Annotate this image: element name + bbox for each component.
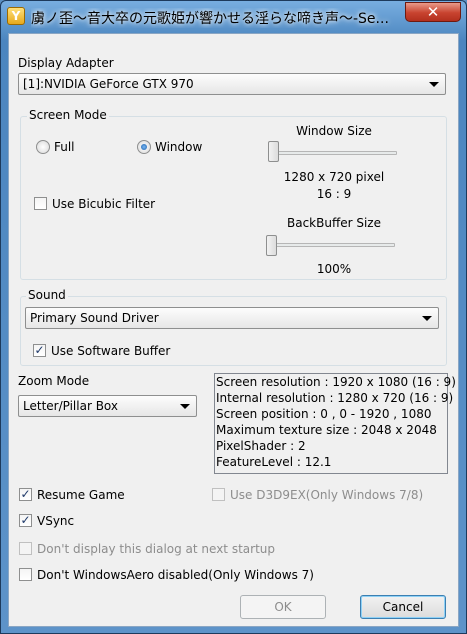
cancel-button[interactable]: Cancel — [360, 595, 446, 619]
dialog-body: Display Adapter [1]:NVIDIA GeForce GTX 9… — [8, 33, 459, 627]
backbuffer-track[interactable] — [269, 243, 395, 247]
info-line: FeatureLevel : 12.1 — [216, 455, 332, 469]
resume-game-checkbox[interactable]: ✓ — [19, 488, 32, 501]
ok-button[interactable]: OK — [240, 595, 326, 619]
zoom-mode-label: Zoom Mode — [18, 374, 90, 388]
aero-label[interactable]: Don't WindowsAero disabled(Only Windows … — [37, 568, 314, 582]
full-radio-label[interactable]: Full — [54, 140, 75, 154]
close-button[interactable]: ✕ — [405, 2, 461, 22]
backbuffer-slider-thumb[interactable] — [266, 235, 277, 256]
window-size-slider-thumb[interactable] — [268, 141, 279, 162]
aero-checkbox[interactable] — [19, 568, 32, 581]
zoom-mode-select[interactable]: Letter/Pillar Box — [18, 395, 197, 417]
info-line: Internal resolution : 1280 x 720 (16 : 9… — [216, 391, 454, 405]
dont-display-label[interactable]: Don't display this dialog at next startu… — [37, 542, 275, 556]
close-icon: ✕ — [426, 3, 440, 21]
window-radio-label[interactable]: Window — [155, 140, 202, 154]
system-info-box: Screen resolution : 1920 x 1080 (16 : 9)… — [214, 373, 456, 474]
display-adapter-select[interactable]: [1]:NVIDIA GeForce GTX 970 — [18, 73, 446, 95]
window-size-label: Window Size — [296, 124, 372, 138]
backbuffer-size-label: BackBuffer Size — [286, 216, 381, 230]
info-line: PixelShader : 2 — [216, 439, 306, 453]
bicubic-checkbox[interactable] — [34, 197, 47, 210]
checkmark-icon: ✓ — [34, 343, 45, 357]
vsync-label[interactable]: VSync — [37, 514, 74, 528]
dont-display-checkbox[interactable] — [19, 542, 32, 555]
dialog-window: Y 虜ノ歪〜音大卒の元歌姫が響かせる淫らな啼き声〜-Se... ✕ Displa… — [0, 0, 467, 634]
full-radio[interactable] — [36, 140, 50, 154]
zoom-mode-value: Letter/Pillar Box — [23, 399, 119, 413]
resume-game-label[interactable]: Resume Game — [37, 488, 125, 502]
chevron-down-icon — [180, 404, 190, 409]
software-buffer-label[interactable]: Use Software Buffer — [51, 344, 170, 358]
chevron-down-icon — [422, 316, 432, 321]
d3d9ex-checkbox[interactable] — [212, 488, 225, 501]
info-line: Maximum texture size : 2048 x 2048 — [216, 423, 437, 437]
title-bar[interactable]: Y 虜ノ歪〜音大卒の元歌姫が響かせる淫らな啼き声〜-Se... ✕ — [1, 1, 466, 33]
sound-driver-select[interactable]: Primary Sound Driver — [25, 307, 439, 329]
backbuffer-value: 100% — [316, 262, 352, 276]
d3d9ex-label[interactable]: Use D3D9EX(Only Windows 7/8) — [230, 488, 423, 502]
window-title: 虜ノ歪〜音大卒の元歌姫が響かせる淫らな啼き声〜-Se... — [31, 11, 389, 27]
window-size-track[interactable] — [269, 151, 397, 155]
vsync-checkbox[interactable]: ✓ — [19, 514, 32, 527]
sound-label: Sound — [26, 288, 68, 302]
app-icon: Y — [7, 7, 25, 25]
chevron-down-icon — [429, 82, 439, 87]
info-line: Screen resolution : 1920 x 1080 (16 : 9) — [216, 375, 456, 389]
window-size-value: 1280 x 720 pixel — [283, 170, 385, 184]
info-line: Screen position : 0 , 0 - 1920 , 1080 — [216, 407, 432, 421]
screen-mode-label: Screen Mode — [27, 108, 109, 122]
display-adapter-label: Display Adapter — [18, 56, 114, 70]
window-radio[interactable] — [137, 140, 151, 154]
sound-driver-value: Primary Sound Driver — [30, 311, 159, 325]
checkmark-icon: ✓ — [20, 487, 31, 501]
bicubic-label[interactable]: Use Bicubic Filter — [52, 197, 155, 211]
window-aspect-value: 16 : 9 — [316, 187, 352, 201]
checkmark-icon: ✓ — [20, 513, 31, 527]
software-buffer-checkbox[interactable]: ✓ — [33, 344, 46, 357]
display-adapter-value: [1]:NVIDIA GeForce GTX 970 — [23, 77, 194, 91]
